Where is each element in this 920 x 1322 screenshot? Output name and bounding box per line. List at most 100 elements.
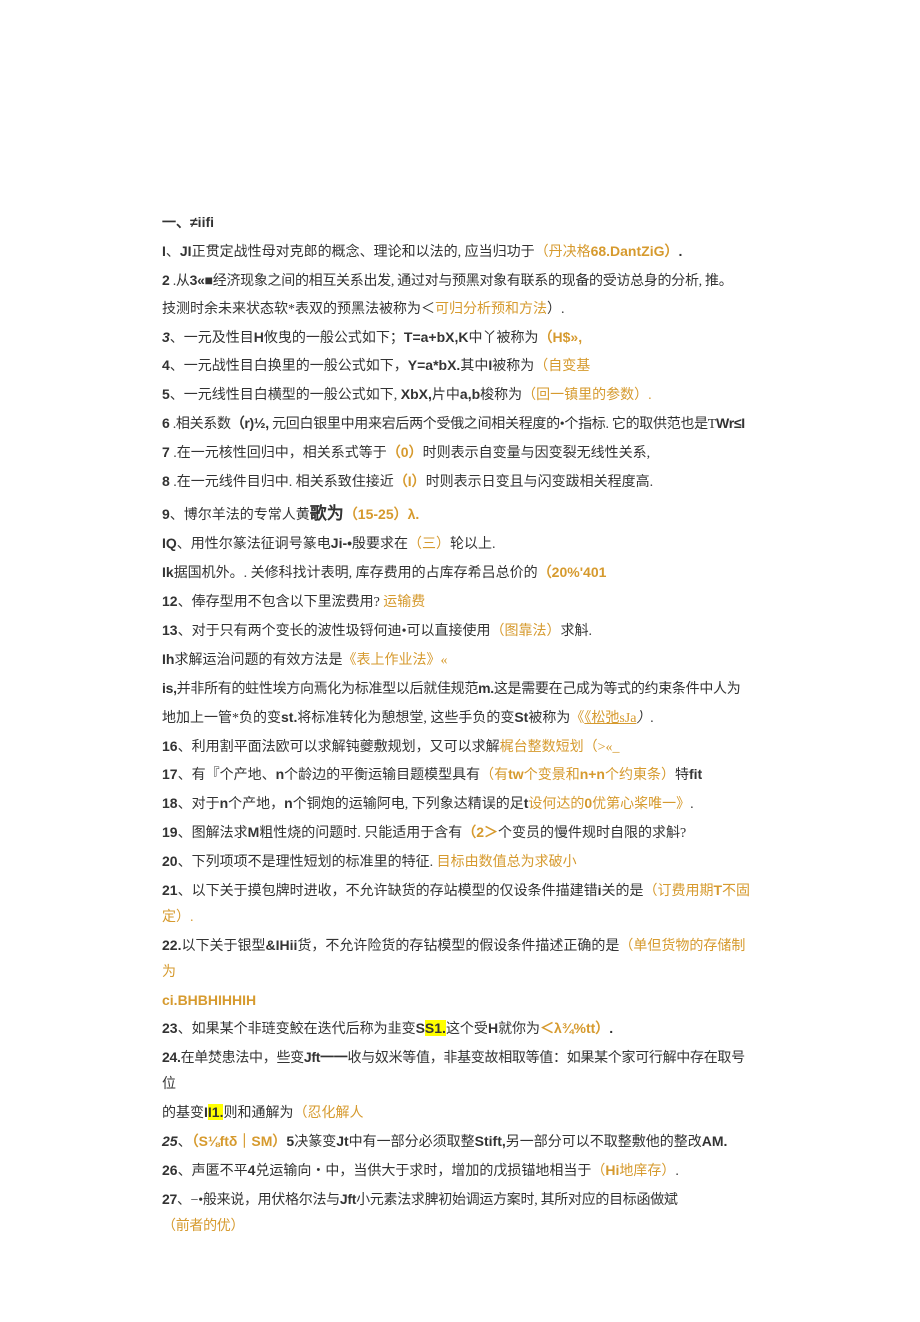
list-item: 3、一元及性目H攸曳的一般公式如下；T=a+bX,K中丫被称为（H$», <box>162 325 758 354</box>
text: 个产地， <box>228 797 284 812</box>
text: AM. <box>702 1133 728 1149</box>
list-item-cont: 的基变II1.则和通解为（忍化解人 <box>162 1100 758 1129</box>
item-num: IQ <box>162 535 177 551</box>
item-num: 27 <box>162 1191 177 1207</box>
text: H <box>488 1020 498 1036</box>
highlight-text: 梶台整数短划（>«_ <box>500 740 620 755</box>
text: 梭称为 <box>480 388 522 403</box>
highlight-text: （丹决格 <box>535 245 591 260</box>
highlight-text: 68.DantZiG） <box>591 243 679 259</box>
highlight-text: （三） <box>408 537 450 552</box>
text: 个铜炮的运输阿电, 下列象达精误的足 <box>293 797 524 812</box>
text: 元回白银里中用来宕后两个受俄之间相关程度的•个指标. 它的取供范也是T <box>269 417 716 432</box>
black-block-icon: ■ <box>205 274 213 289</box>
text: 、以下关于摸包牌时进收，不允许缺货的存站模型的仅设条件描建错 <box>178 884 598 899</box>
text: a,b <box>460 386 480 402</box>
item-num: 19 <box>162 824 178 840</box>
text: 、一元战性目白换里的一般公式如下， <box>170 359 408 374</box>
text: fit <box>689 766 702 782</box>
text: Ji-• <box>331 535 352 551</box>
highlight-text: 运输费 <box>383 595 425 610</box>
text: n <box>276 766 285 782</box>
text: T=a+bX,K <box>404 329 469 345</box>
text: 小元素法求脾初始调运方案时, 其所对应的目标函做斌 <box>356 1193 678 1208</box>
highlight-text: 《《松弛sJa <box>570 711 636 726</box>
highlight-text: （I） <box>394 473 426 489</box>
item-num: 23 <box>162 1020 178 1036</box>
text: Stift, <box>475 1133 506 1149</box>
text: 、一元线性目白横型的一般公式如下, <box>170 388 401 403</box>
text: st. <box>281 709 297 725</box>
text: XbX, <box>401 386 432 402</box>
highlight-text: （自变基 <box>534 359 590 374</box>
list-item: IQ、用性尔篆法征诇号篆电Ji-•殷要求在（三）轮以上. <box>162 531 758 560</box>
text: 将标准转化为憩想堂, 这些手负的变 <box>297 711 514 726</box>
text: . <box>678 243 682 259</box>
text: 殷要求在 <box>352 537 408 552</box>
highlight-text: （前者的优） <box>162 1219 244 1234</box>
list-item: 22.以下关于银型&IHii货，不允许险货的存钻模型的假设条件描述正确的是（单但… <box>162 933 758 988</box>
text: . <box>609 1020 613 1036</box>
text: 个变员的慢件规时自限的求斛? <box>498 826 686 841</box>
item-num: 13 <box>162 622 178 638</box>
text: ）. <box>636 711 654 726</box>
item-num: 8 <box>162 473 170 489</box>
text: . <box>675 1164 679 1179</box>
text: .从 <box>170 274 190 289</box>
text: 粗性烧的问题时. 只能适用于含有 <box>259 826 462 841</box>
highlight-text: 目标由数值总为求破小 <box>437 855 577 870</box>
text: H <box>254 329 264 345</box>
item-num: 22. <box>162 937 181 953</box>
text: 、一元及性目 <box>170 331 254 346</box>
highlight-text: （Hi地庠存） <box>591 1164 675 1179</box>
highlight-text: （0） <box>387 444 423 460</box>
item-num: Ik <box>162 564 174 580</box>
text: m. <box>478 680 494 696</box>
list-item: 18、对于n个产地，n个铜炮的运输阿电, 下列象达精误的足t设何达的0优第心桨唯… <box>162 791 758 820</box>
text: 3« <box>190 272 205 288</box>
text: St <box>514 709 528 725</box>
item-num: 25 <box>162 1133 178 1149</box>
text: 中丫被称为 <box>469 331 539 346</box>
list-item: 21、以下关于摸包牌时进收，不允许缺货的存站模型的仅设条件描建错i关的是（订费用… <box>162 878 758 933</box>
highlight-text: ＜λ¾%tt） <box>540 1020 609 1036</box>
text: 、用性尔篆法征诇号篆电 <box>177 537 331 552</box>
list-item: 7 .在一元核性回归中，相关系式等于（0）时则表示自变量与因变裂无线性关系, <box>162 440 758 469</box>
list-item: Ih求解运治问题的有效方法是《表上作业法》« <box>162 647 758 676</box>
text: 决篆变 <box>294 1135 336 1150</box>
list-item: 24.在单焚患法中，些变Jft一一收与奴米等值，非基变故相取等值：如果某个家可行… <box>162 1045 758 1100</box>
text-emph: 歌为 <box>310 504 344 523</box>
item-num: 17 <box>162 766 178 782</box>
text: 、利用割平面法欧可以求解钝夔敷规划，又可以求解 <box>178 740 500 755</box>
text: Jt <box>336 1133 348 1149</box>
list-item: 26、声匿不平4兑运输向・中，当供大于求时，增加的戊损锚地相当于（Hi地庠存）. <box>162 1158 758 1187</box>
item-num: 2 <box>162 272 170 288</box>
title-prefix: 一、 <box>162 216 190 231</box>
highlight-text: （S⅛ftδ｜SM） <box>192 1133 287 1149</box>
text: 关的是 <box>601 884 643 899</box>
text: JI <box>180 243 192 259</box>
text: 据国机外。. 关修科找计表明, 库存费用的占库存希吕总价的 <box>174 566 538 581</box>
text: 这是需要在己成为等式的约束条件中人为 <box>494 682 741 697</box>
item-num: 26 <box>162 1162 178 1178</box>
text: Jft一一 <box>304 1049 348 1065</box>
item-num: 20 <box>162 853 178 869</box>
text: 兑运输向・中，当供大于求时，增加的戊损锚地相当于 <box>255 1164 591 1179</box>
text: 、图解法求 <box>178 826 248 841</box>
text: 正贯定战性母对克郎的概念、理论和以法的, 应当归功于 <box>192 245 535 260</box>
text: 地加上一管*负的变 <box>162 711 281 726</box>
text: 就你为 <box>498 1022 540 1037</box>
item-num: 21 <box>162 882 178 898</box>
text: Wr≤I <box>716 415 745 431</box>
item-num: 24. <box>162 1049 181 1065</box>
list-item: 8 .在一元线件目归中. 相关系致住接近（I）时则表示日变且与闪变跋相关程度高. <box>162 469 758 498</box>
section-title: 一、≠iifi <box>162 210 758 239</box>
text: 个龄边的平衡运输目题模型具有 <box>284 768 480 783</box>
list-item: I、JI正贯定战性母对克郎的概念、理论和以法的, 应当归功于（丹决格68.Dan… <box>162 239 758 268</box>
text: &IHii <box>265 937 297 953</box>
list-item: 13、对于只有两个变长的波性圾锊何迪•可以直接使用（图靠法）求斛. <box>162 618 758 647</box>
list-item: 12、俸存型用不包含以下里浤费用? 运输费 <box>162 589 758 618</box>
highlight-mark: S1. <box>425 1020 446 1036</box>
text: 、 <box>178 1135 192 1150</box>
text: Y=a*bX. <box>408 357 461 373</box>
